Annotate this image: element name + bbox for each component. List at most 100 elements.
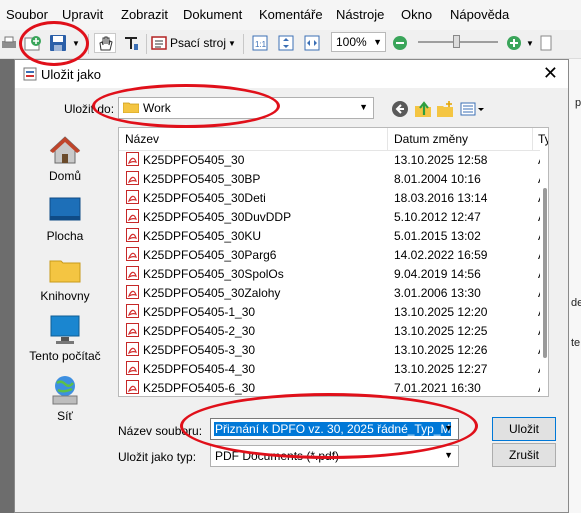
file-row[interactable]: K25DPFO5405-6_307.01.2021 16:30Ac [119, 378, 548, 396]
zoom-out-icon[interactable] [391, 33, 409, 53]
menu-item[interactable]: Upravit [62, 7, 103, 22]
pdf-file-icon [126, 152, 139, 166]
typewriter-icon[interactable] [150, 33, 168, 53]
menu-bar: Soubor Upravit Zobrazit Dokument Komentáře Ná… [0, 0, 581, 30]
menu-item[interactable]: Nápověda [450, 7, 509, 22]
file-name: K25DPFO5405_30KU [143, 229, 262, 243]
file-row[interactable]: K25DPFO5405_30Deti18.03.2016 13:14Ac [119, 188, 548, 207]
zoom-slider-thumb[interactable] [453, 35, 460, 48]
filetype-select[interactable]: PDF Documents (*.pdf) ▼ [210, 445, 459, 467]
file-row[interactable]: K25DPFO5405_30BP8.01.2004 10:16Ac [119, 169, 548, 188]
file-row[interactable]: K25DPFO5405_30Parg614.02.2022 16:59Ac [119, 245, 548, 264]
typewriter-label[interactable]: Psací stroj [170, 33, 226, 53]
home-icon [49, 136, 81, 164]
file-name: K25DPFO5405_30Parg6 [143, 248, 277, 262]
vertical-scrollbar[interactable] [540, 150, 548, 396]
save-dropdown-icon[interactable]: ▼ [71, 33, 81, 53]
chevron-down-icon[interactable]: ▼ [444, 423, 453, 433]
file-date: 9.04.2019 14:56 [394, 267, 481, 281]
open-file-icon[interactable] [22, 33, 44, 53]
place-label: Síť [57, 409, 73, 423]
libraries-icon [49, 260, 81, 283]
view-menu-icon[interactable] [460, 100, 486, 118]
filetype-label: Uložit jako typ: [118, 450, 197, 464]
pdf-file-icon [126, 228, 139, 242]
file-row[interactable]: K25DPFO5405-4_3013.10.2025 12:27Ac [119, 359, 548, 378]
save-icon[interactable] [47, 33, 69, 53]
actual-size-icon[interactable]: 1:1 [250, 33, 270, 53]
file-date: 13.10.2025 12:58 [394, 153, 488, 167]
menu-item[interactable]: Komentáře [259, 7, 323, 22]
file-date: 14.02.2022 16:59 [394, 248, 488, 262]
menu-item[interactable]: Soubor [6, 7, 48, 22]
menu-item[interactable]: Dokument [183, 7, 242, 22]
save-in-label: Uložit do: [64, 102, 115, 116]
select-text-icon[interactable] [120, 33, 142, 53]
back-icon[interactable] [391, 100, 409, 118]
dialog-title: Uložit jako [41, 67, 101, 82]
column-header-date[interactable]: Datum změny [394, 132, 468, 146]
toolbar-more-icon[interactable] [539, 33, 553, 53]
zoom-in-icon[interactable] [505, 33, 523, 53]
place-network[interactable]: Síť [23, 374, 107, 423]
column-header-type[interactable]: Ty [538, 132, 548, 146]
save-button[interactable]: Uložit [492, 417, 556, 441]
file-row[interactable]: K25DPFO5405_30DuvDDP5.10.2012 12:47Ac [119, 207, 548, 226]
place-desktop[interactable]: Plocha [23, 194, 107, 243]
file-list[interactable]: Název Datum změny Ty K25DPFO5405_30 13.10… [118, 127, 549, 397]
document-background [0, 59, 14, 513]
pdf-file-icon [126, 361, 139, 375]
column-header-name[interactable]: Název [125, 132, 159, 146]
fit-width-icon[interactable] [302, 33, 322, 53]
menu-item[interactable]: Zobrazit [121, 7, 168, 22]
file-row[interactable]: K25DPFO5405_30Zalohy3.01.2006 13:30Ac [119, 283, 548, 302]
up-folder-icon[interactable] [414, 100, 432, 118]
right-panel-text: de [571, 297, 581, 309]
filename-input[interactable]: Přiznání k DPFO vz. 30, 2025 řádné_Typ_M… [210, 418, 459, 440]
place-this-pc[interactable]: Tento počítač [23, 314, 107, 363]
zoom-dropdown-icon[interactable]: ▼ [525, 33, 535, 53]
place-label: Knihovny [40, 289, 90, 303]
fit-page-icon[interactable] [276, 33, 296, 53]
file-row[interactable]: K25DPFO5405-3_3013.10.2025 12:26Ac [119, 340, 548, 359]
scrollbar-thumb[interactable] [543, 188, 547, 358]
place-label: Domů [48, 169, 81, 183]
hand-tool-icon[interactable] [94, 33, 116, 53]
pdf-file-icon [126, 323, 139, 337]
file-row[interactable]: K25DPFO5405-1_3013.10.2025 12:20Ac [119, 302, 548, 321]
file-row[interactable]: K25DPFO5405-2_3013.10.2025 12:25Ac [119, 321, 548, 340]
print-icon[interactable] [0, 33, 18, 53]
typewriter-dropdown-icon[interactable]: ▼ [227, 33, 237, 53]
place-home[interactable]: Domů [23, 134, 107, 183]
pdf-file-icon [126, 380, 139, 394]
file-date: 13.10.2025 12:25 [394, 324, 488, 338]
save-in-combo[interactable]: Work ▼ [118, 97, 374, 119]
file-date: 13.10.2025 12:27 [394, 362, 488, 376]
file-row[interactable]: K25DPFO5405_30SpolOs9.04.2019 14:56Ac [119, 264, 548, 283]
file-row[interactable]: K25DPFO5405_30KU5.01.2015 13:02Ac [119, 226, 548, 245]
file-name: K25DPFO5405_30BP [143, 172, 261, 186]
menu-item[interactable]: Nástroje [336, 7, 384, 22]
file-name: K25DPFO5405-2_30 [143, 324, 256, 338]
file-name: K25DPFO5405-1_30 [143, 305, 256, 319]
file-date: 5.10.2012 12:47 [394, 210, 481, 224]
chevron-down-icon: ▼ [373, 37, 382, 47]
zoom-select[interactable]: 100% ▼ [331, 32, 386, 52]
place-libraries[interactable]: Knihovny [23, 254, 107, 303]
folder-icon [123, 102, 139, 113]
menu-item[interactable]: Okno [401, 7, 432, 22]
file-date: 5.01.2015 13:02 [394, 229, 481, 243]
pdf-file-icon [126, 266, 139, 280]
pdf-file-icon [126, 171, 139, 185]
cancel-button[interactable]: Zrušit [492, 443, 556, 467]
file-row[interactable]: K25DPFO5405_3013.10.2025 12:58Ac [119, 150, 548, 169]
chevron-down-icon: ▼ [359, 102, 368, 112]
file-name: K25DPFO5405_30DuvDDP [143, 210, 292, 224]
pdf-file-icon [126, 304, 139, 318]
dialog-app-icon [23, 67, 37, 81]
filetype-value: PDF Documents (*.pdf) [215, 449, 340, 463]
file-name: K25DPFO5405_30Deti [143, 191, 266, 205]
zoom-value: 100% [336, 35, 367, 49]
close-icon[interactable]: ✕ [543, 63, 558, 83]
new-folder-icon[interactable] [436, 100, 454, 118]
